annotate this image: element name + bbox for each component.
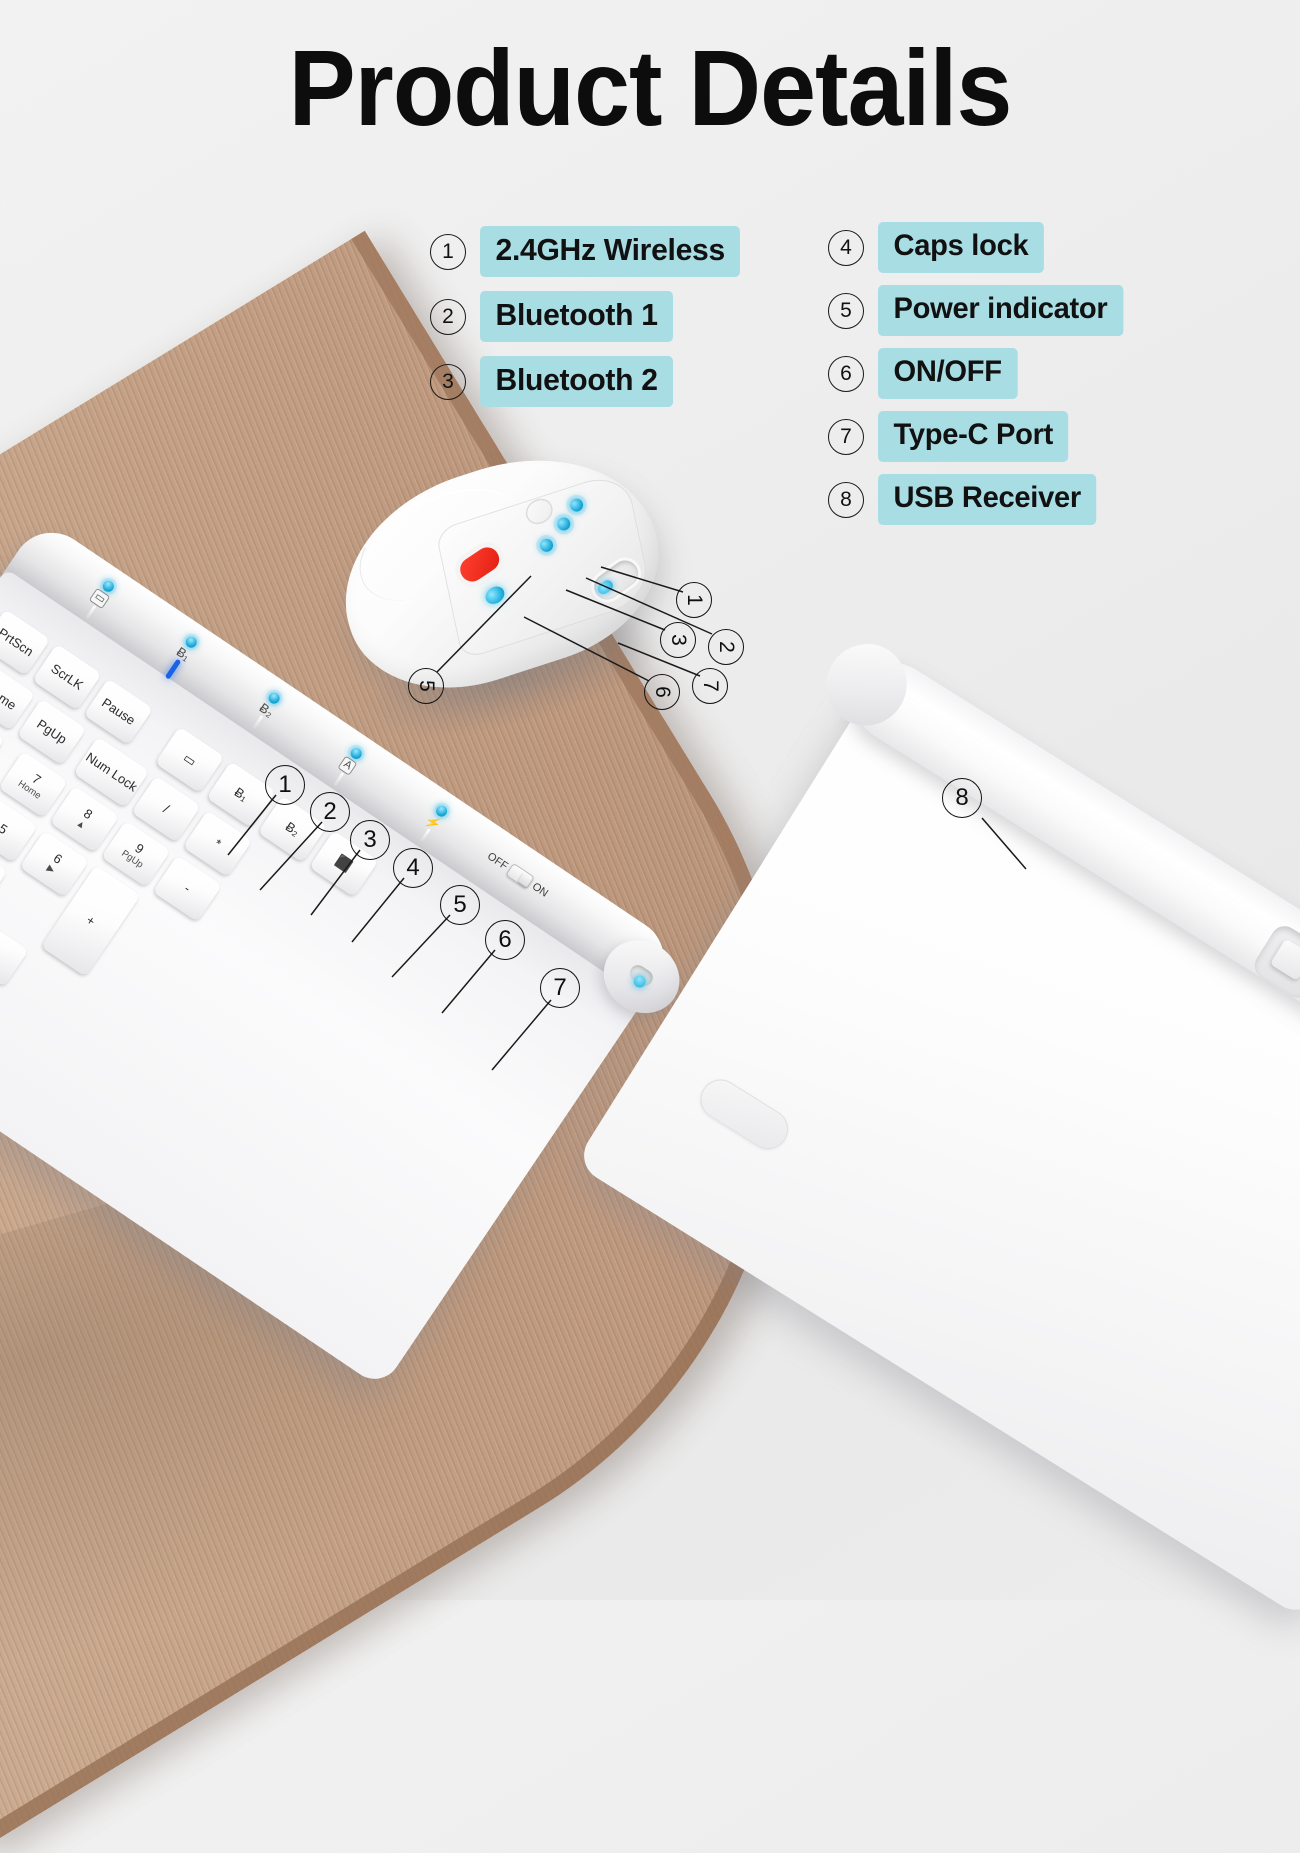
legend-number-4: 4 bbox=[828, 229, 864, 266]
legend-right-column: 4 Caps lock 5 Power indicator 6 ON/OFF 7… bbox=[828, 222, 1131, 525]
key-sub: ▶ bbox=[44, 862, 57, 877]
legend-label-wireless: 2.4GHz Wireless bbox=[480, 226, 741, 277]
legend-number-7: 7 bbox=[828, 418, 864, 455]
key-sub: ▲ bbox=[73, 817, 88, 832]
indicator-tick bbox=[85, 604, 97, 619]
key-main: 5 bbox=[0, 820, 11, 837]
legend-number-6: 6 bbox=[828, 355, 864, 392]
legend-label-type-c-port: Type-C Port bbox=[878, 411, 1069, 462]
indicator-tick bbox=[252, 715, 264, 730]
legend-item-3[interactable]: 3 Bluetooth 2 bbox=[430, 356, 748, 407]
legend-item-2[interactable]: 2 Bluetooth 1 bbox=[430, 291, 748, 342]
legend-label-bluetooth-1: Bluetooth 1 bbox=[480, 291, 674, 342]
legend-label-power-indicator: Power indicator bbox=[878, 285, 1123, 336]
indicator-tick bbox=[333, 771, 344, 786]
legend-item-4[interactable]: 4 Caps lock bbox=[828, 222, 1131, 273]
legend-number-3: 3 bbox=[430, 363, 466, 400]
legend-item-8[interactable]: 8 USB Receiver bbox=[828, 474, 1131, 525]
legend-item-5[interactable]: 5 Power indicator bbox=[828, 285, 1131, 336]
legend-item-6[interactable]: 6 ON/OFF bbox=[828, 348, 1131, 399]
legend-label-on-off: ON/OFF bbox=[878, 348, 1018, 399]
legend-number-8: 8 bbox=[828, 481, 864, 518]
legend-number-2: 2 bbox=[430, 298, 466, 335]
legend-number-1: 1 bbox=[430, 233, 466, 270]
legend-label-bluetooth-2: Bluetooth 2 bbox=[480, 356, 674, 407]
legend-item-1[interactable]: 1 2.4GHz Wireless bbox=[430, 226, 748, 277]
legend-item-7[interactable]: 7 Type-C Port bbox=[828, 411, 1131, 462]
legend-label-usb-receiver: USB Receiver bbox=[878, 474, 1097, 525]
legend-label-caps-lock: Caps lock bbox=[878, 222, 1044, 273]
page-title: Product Details bbox=[288, 27, 1013, 148]
indicator-tick bbox=[419, 827, 431, 842]
legend-number-5: 5 bbox=[828, 292, 864, 329]
legend-left-column: 1 2.4GHz Wireless 2 Bluetooth 1 3 Blueto… bbox=[430, 226, 748, 407]
